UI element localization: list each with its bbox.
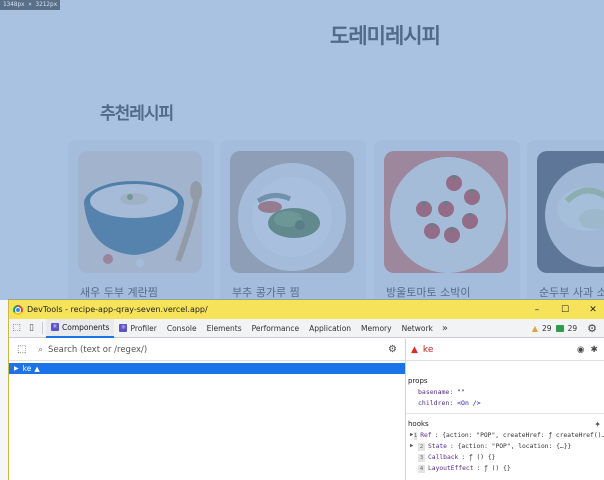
hooks-label: hooks bbox=[408, 420, 429, 428]
tab-label: Profiler bbox=[130, 323, 157, 333]
recipe-name[interactable]: 순두부 사과 소 bbox=[539, 284, 604, 300]
tree-component-name: ke bbox=[22, 364, 32, 373]
recipe-name[interactable]: 새우 두부 계란찜 bbox=[80, 284, 158, 300]
devtools-titlebar[interactable]: DevTools - recipe-app-qray-seven.vercel.… bbox=[9, 300, 604, 319]
bug-icon[interactable]: ✱ bbox=[590, 345, 597, 355]
prop-value[interactable]: "" bbox=[457, 388, 465, 396]
message-icon[interactable] bbox=[555, 325, 564, 332]
error-warning-icon: ▲ bbox=[411, 344, 418, 355]
devtools-window: DevTools - recipe-app-qray-seven.vercel.… bbox=[8, 299, 604, 480]
site-title[interactable]: 도레미레시피 bbox=[330, 20, 441, 50]
component-search-input[interactable] bbox=[48, 344, 349, 355]
hook-name: LayoutEffect bbox=[428, 465, 474, 472]
device-toolbar-icon[interactable]: ▯ bbox=[24, 319, 39, 338]
react-icon: ⚛ bbox=[119, 324, 128, 332]
message-count[interactable]: 29 bbox=[568, 324, 578, 333]
tab-label: Components bbox=[62, 322, 110, 332]
hook-name: Ref bbox=[420, 432, 432, 439]
tab-console[interactable]: Console bbox=[162, 319, 202, 338]
warning-count[interactable]: 29 bbox=[542, 324, 552, 333]
component-search-bar: ⬚ ⌕ ⚙ bbox=[9, 339, 405, 361]
more-tabs-button[interactable]: » bbox=[438, 323, 452, 334]
hook-index: 4 bbox=[418, 464, 425, 473]
prop-value[interactable]: <On /> bbox=[457, 399, 480, 407]
prop-row[interactable]: children: <On /> bbox=[406, 398, 604, 409]
hook-value: ƒ () {} bbox=[484, 465, 511, 472]
tab-network[interactable]: Network bbox=[397, 319, 438, 338]
warning-icon: ▲ bbox=[34, 364, 40, 373]
recipe-card[interactable]: 새우 두부 계란찜 bbox=[68, 140, 214, 300]
props-label: props bbox=[408, 377, 428, 385]
eye-icon[interactable]: ◉ bbox=[577, 345, 584, 355]
inspector-pane: ▲ ke ◉ ✱ ‹ props basename: "" children: … bbox=[406, 339, 604, 480]
recipe-image[interactable] bbox=[78, 151, 202, 273]
hooks-header: hooks ✦ bbox=[406, 414, 604, 430]
hook-value: {action: "POP", createHref: ƒ createHref… bbox=[442, 432, 604, 439]
recipe-name[interactable]: 부추 콩가루 찜 bbox=[232, 284, 300, 300]
hook-index: 1 bbox=[413, 431, 418, 440]
hook-index: 2 bbox=[418, 442, 425, 451]
prop-key: basename bbox=[418, 388, 450, 396]
expand-caret-icon[interactable]: ▶ bbox=[410, 441, 418, 452]
tab-application[interactable]: Application bbox=[304, 319, 356, 338]
recipe-card[interactable]: 부추 콩가루 찜 bbox=[220, 140, 366, 300]
section-title: 추천레시피 bbox=[100, 104, 174, 124]
hook-row[interactable]: ▶ 2 State: {action: "POP", location: {…}… bbox=[406, 441, 604, 452]
hook-row[interactable]: ▶ 1 Ref: {action: "POP", createHref: ƒ c… bbox=[406, 430, 604, 441]
parse-hook-names-icon[interactable]: ✦ bbox=[594, 420, 601, 429]
inspector-header: ▲ ke ◉ ✱ ‹ bbox=[406, 339, 604, 361]
toolbar-separator bbox=[42, 322, 43, 334]
devtools-tabbar: ⬚ ▯ ⚛ Components ⚛ Profiler Console Elemen… bbox=[9, 318, 604, 338]
element-size-badge: 1348px × 3212px bbox=[0, 0, 61, 10]
prop-key: children bbox=[418, 399, 450, 407]
component-settings-icon[interactable]: ⚙ bbox=[388, 344, 397, 355]
inspect-element-icon[interactable]: ⬚ bbox=[9, 319, 24, 338]
recipe-card[interactable]: 방울토마토 소박이 bbox=[374, 140, 520, 300]
tab-elements[interactable]: Elements bbox=[202, 319, 247, 338]
settings-gear-icon[interactable]: ⚙ bbox=[587, 322, 597, 335]
inspected-component-name: ke bbox=[422, 344, 434, 355]
component-tree-pane: ⬚ ⌕ ⚙ ▶ ke ▲ bbox=[9, 339, 405, 480]
recipe-name[interactable]: 방울토마토 소박이 bbox=[386, 284, 470, 300]
close-button[interactable]: ✕ bbox=[579, 300, 604, 319]
tab-profiler[interactable]: ⚛ Profiler bbox=[114, 319, 161, 338]
website-viewport: 1348px × 3212px 도레미레시피 추천레시피 새우 두부 계란찜 부… bbox=[0, 0, 604, 300]
recipe-image[interactable] bbox=[230, 151, 354, 273]
warning-icon[interactable]: ▲ bbox=[532, 324, 538, 333]
hook-value: ƒ () {} bbox=[468, 454, 496, 461]
recipe-card[interactable]: 순두부 사과 소 bbox=[527, 140, 604, 300]
hook-row[interactable]: 3 Callback: ƒ () {} bbox=[406, 452, 604, 463]
chrome-icon bbox=[13, 304, 23, 315]
expand-caret-icon[interactable]: ▶ bbox=[14, 365, 19, 372]
hook-index: 3 bbox=[418, 453, 425, 462]
hook-row[interactable]: 4 LayoutEffect: ƒ () {} bbox=[406, 463, 604, 474]
search-icon: ⌕ bbox=[38, 344, 44, 355]
window-title: DevTools - recipe-app-qray-seven.vercel.… bbox=[27, 305, 208, 314]
tab-components[interactable]: ⚛ Components bbox=[46, 318, 115, 338]
minimize-button[interactable]: – bbox=[523, 300, 551, 319]
tab-memory[interactable]: Memory bbox=[356, 319, 397, 338]
hook-name: State bbox=[428, 443, 447, 450]
select-element-icon[interactable]: ⬚ bbox=[17, 344, 28, 355]
tree-row-selected[interactable]: ▶ ke ▲ bbox=[9, 363, 405, 374]
recipe-image[interactable] bbox=[384, 151, 508, 273]
prop-row[interactable]: basename: "" bbox=[406, 387, 604, 398]
maximize-button[interactable]: ☐ bbox=[551, 300, 579, 319]
react-icon: ⚛ bbox=[51, 323, 59, 331]
hook-value: {action: "POP", location: {…}} bbox=[457, 443, 572, 450]
recipe-image[interactable] bbox=[537, 151, 604, 273]
tab-performance[interactable]: Performance bbox=[247, 319, 305, 338]
hook-name: Callback bbox=[428, 454, 459, 461]
props-section: props basename: "" children: <On /> bbox=[406, 361, 604, 414]
